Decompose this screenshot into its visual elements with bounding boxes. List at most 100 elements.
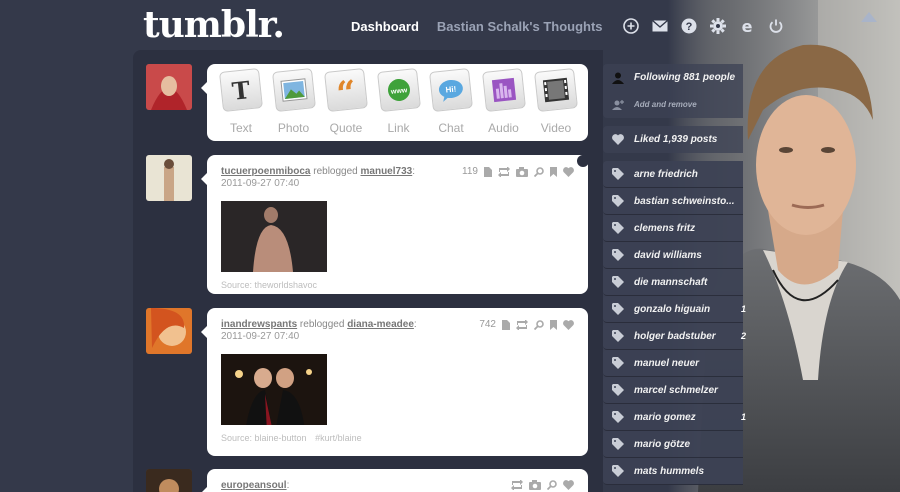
tag-label: mario götze bbox=[634, 438, 691, 450]
tag-icon bbox=[612, 465, 624, 477]
tracked-tag-item[interactable]: die mannschaft bbox=[603, 269, 743, 296]
tracked-tag-item[interactable]: clemens fritz bbox=[603, 215, 743, 242]
tracked-tag-item[interactable]: marcel schmelzer bbox=[603, 377, 743, 404]
avatar[interactable] bbox=[146, 308, 192, 354]
tag-icon bbox=[612, 384, 624, 396]
heart-icon[interactable] bbox=[563, 166, 574, 177]
chat-type-icon: Hi! bbox=[429, 68, 473, 112]
tag-icon bbox=[612, 411, 624, 423]
new-chat-post-button[interactable]: Hi! Chat bbox=[429, 68, 473, 141]
camera-icon[interactable] bbox=[529, 480, 541, 490]
reblog-icon[interactable] bbox=[516, 319, 528, 330]
video-type-icon bbox=[534, 68, 578, 112]
heart-icon bbox=[612, 134, 624, 145]
reblog-icon[interactable] bbox=[511, 480, 523, 490]
my-avatar[interactable] bbox=[146, 64, 192, 110]
tumblr-logo[interactable]: tumblr. bbox=[143, 4, 285, 46]
search-icon[interactable] bbox=[547, 480, 557, 490]
tag-label: clemens fritz bbox=[634, 222, 696, 234]
tracked-tag-item[interactable]: david williams bbox=[603, 242, 743, 269]
avatar[interactable] bbox=[146, 155, 192, 201]
post-controls: 119 bbox=[462, 166, 574, 177]
bookmark-icon[interactable] bbox=[550, 319, 557, 330]
dashboard-post: tucuerpoenmiboca reblogged manuel733: 20… bbox=[201, 155, 588, 294]
tracked-tag-item[interactable]: arne friedrich bbox=[603, 161, 743, 188]
notes-count[interactable]: 119 bbox=[462, 166, 478, 177]
svg-text:T: T bbox=[231, 76, 252, 105]
post-controls: 742 bbox=[479, 319, 574, 330]
heart-icon[interactable] bbox=[563, 319, 574, 330]
text-type-icon: T bbox=[219, 68, 263, 112]
power-icon[interactable] bbox=[768, 18, 785, 35]
tracked-tag-item[interactable]: bastian schweinsto... bbox=[603, 188, 743, 215]
heart-icon[interactable] bbox=[563, 480, 574, 490]
tag-icon bbox=[612, 222, 624, 234]
liked-link[interactable]: Liked 1,939 posts bbox=[603, 126, 743, 153]
tag-label: bastian schweinsto... bbox=[634, 195, 735, 207]
mail-icon[interactable] bbox=[652, 18, 669, 35]
tracked-tag-item[interactable]: mats hummels bbox=[603, 458, 743, 485]
logo-e-icon[interactable]: e bbox=[739, 18, 756, 35]
tag-label: mario gomez bbox=[634, 411, 696, 423]
tag-count: 1 bbox=[741, 304, 747, 314]
post-author-link[interactable]: europeansoul bbox=[221, 480, 287, 491]
tag-icon bbox=[612, 330, 624, 342]
tracked-tag-item[interactable]: mario götze bbox=[603, 431, 743, 458]
notes-page-icon bbox=[502, 319, 510, 330]
reblog-source-link[interactable]: manuel733 bbox=[361, 166, 413, 177]
following-block: Following 881 people Add and remove bbox=[603, 64, 743, 118]
nav-blog[interactable]: Bastian Schalk's Thoughts bbox=[437, 19, 603, 34]
post-date: 2011-09-27 07:40 bbox=[221, 178, 300, 189]
post-author-link[interactable]: tucuerpoenmiboca bbox=[221, 166, 310, 177]
new-audio-post-button[interactable]: Audio bbox=[481, 68, 526, 141]
reblog-icon[interactable] bbox=[498, 166, 510, 177]
new-video-post-button[interactable]: Video bbox=[534, 68, 578, 141]
notes-page-icon bbox=[484, 166, 492, 177]
dashboard-post: inandrewspants reblogged diana-meadee: 2… bbox=[201, 308, 588, 456]
help-icon[interactable]: ? bbox=[681, 18, 698, 35]
add-remove-link[interactable]: Add and remove bbox=[603, 91, 743, 118]
notes-count[interactable]: 742 bbox=[479, 319, 496, 330]
tag-label: manuel neuer bbox=[634, 357, 700, 369]
tag-label: die mannschaft bbox=[634, 276, 708, 288]
post-date: 2011-09-27 07:40 bbox=[221, 331, 300, 342]
new-photo-post-button[interactable]: Photo bbox=[271, 68, 316, 141]
scroll-top-arrow-icon[interactable] bbox=[861, 12, 877, 22]
gear-icon[interactable] bbox=[710, 18, 727, 35]
search-icon[interactable] bbox=[534, 166, 544, 177]
new-post-bar: T Text Photo “ Quote www Link Hi! Chat A… bbox=[201, 64, 588, 141]
post-photo[interactable] bbox=[221, 201, 327, 272]
nav-dashboard[interactable]: Dashboard bbox=[351, 19, 419, 34]
post-author-link[interactable]: inandrewspants bbox=[221, 319, 297, 330]
new-text-post-button[interactable]: T Text bbox=[219, 68, 263, 141]
tag-icon bbox=[612, 195, 624, 207]
top-navigation: Dashboard Bastian Schalk's Thoughts ? e bbox=[351, 17, 785, 35]
search-icon[interactable] bbox=[534, 319, 544, 330]
post-source: Source: theworldshavoc bbox=[221, 280, 318, 290]
plus-circle-icon[interactable] bbox=[623, 18, 640, 35]
sidebar: Following 881 people Add and remove Like… bbox=[603, 64, 747, 485]
post-tag[interactable]: #kurt/blaine bbox=[315, 433, 362, 443]
add-person-icon bbox=[612, 99, 624, 110]
quote-type-icon: “ bbox=[324, 68, 368, 112]
avatar[interactable] bbox=[146, 469, 192, 492]
new-quote-post-button[interactable]: “ Quote bbox=[324, 68, 368, 141]
tracked-tag-item[interactable]: holger badstuber 2 bbox=[603, 323, 746, 350]
bookmark-icon[interactable] bbox=[550, 166, 557, 177]
following-link[interactable]: Following 881 people bbox=[603, 64, 743, 91]
camera-icon[interactable] bbox=[516, 166, 528, 177]
svg-text:Hi!: Hi! bbox=[445, 84, 457, 94]
reblog-source-link[interactable]: diana-meadee bbox=[347, 319, 414, 330]
tag-label: david williams bbox=[634, 249, 702, 261]
audio-type-icon bbox=[481, 68, 526, 112]
tag-icon bbox=[612, 438, 624, 450]
post-photo[interactable] bbox=[221, 354, 327, 425]
tag-icon bbox=[612, 357, 624, 369]
tracked-tag-item[interactable]: manuel neuer bbox=[603, 350, 743, 377]
new-link-post-button[interactable]: www Link bbox=[376, 68, 421, 141]
tag-label: arne friedrich bbox=[634, 168, 698, 180]
close-icon[interactable] bbox=[577, 155, 589, 167]
tracked-tag-item[interactable]: mario gomez 1 bbox=[603, 404, 746, 431]
tracked-tag-item[interactable]: gonzalo higuain 1 bbox=[603, 296, 747, 323]
nav-icons: ? e bbox=[623, 18, 785, 35]
